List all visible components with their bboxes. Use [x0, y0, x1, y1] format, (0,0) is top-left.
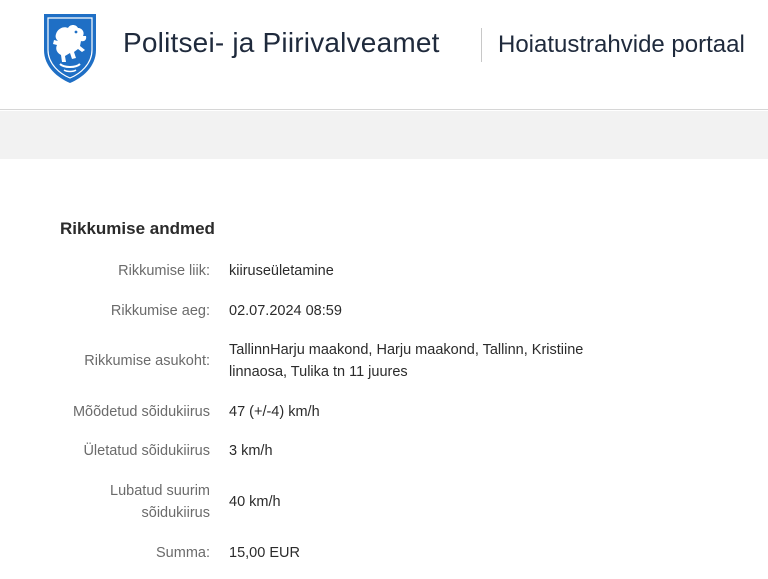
page-header: Politsei- ja Piirivalveamet Hoiatustrahv… [0, 0, 768, 110]
police-coat-of-arms-icon[interactable] [40, 12, 100, 84]
header-divider [481, 28, 482, 62]
detail-label: Rikkumise asukoht: [84, 353, 210, 369]
detail-label: Lubatud suurim sõidukiirus [110, 483, 210, 521]
navigation-bar [0, 111, 768, 159]
detail-value: 40 km/h [229, 494, 281, 510]
detail-value: 02.07.2024 08:59 [229, 303, 342, 319]
detail-value: TallinnHarju maakond, Harju maakond, Tal… [229, 342, 584, 380]
detail-label: Mõõdetud sõidukiirus [72, 404, 210, 420]
detail-value: 47 (+/-4) km/h [229, 404, 320, 420]
detail-label: Ületatud sõidukiirus [83, 443, 210, 459]
detail-label: Rikkumise liik: [118, 263, 210, 279]
organization-name[interactable]: Politsei- ja Piirivalveamet [123, 27, 440, 59]
detail-label: Rikkumise aeg: [110, 303, 210, 319]
detail-value: kiiruseületamine [229, 263, 334, 279]
detail-value: 15,00 EUR [229, 545, 300, 561]
section-title: Rikkumise andmed [60, 219, 215, 238]
detail-value: 3 km/h [229, 443, 273, 459]
portal-name: Hoiatustrahvide portaal [498, 31, 745, 58]
detail-label: Summa: [156, 545, 210, 561]
